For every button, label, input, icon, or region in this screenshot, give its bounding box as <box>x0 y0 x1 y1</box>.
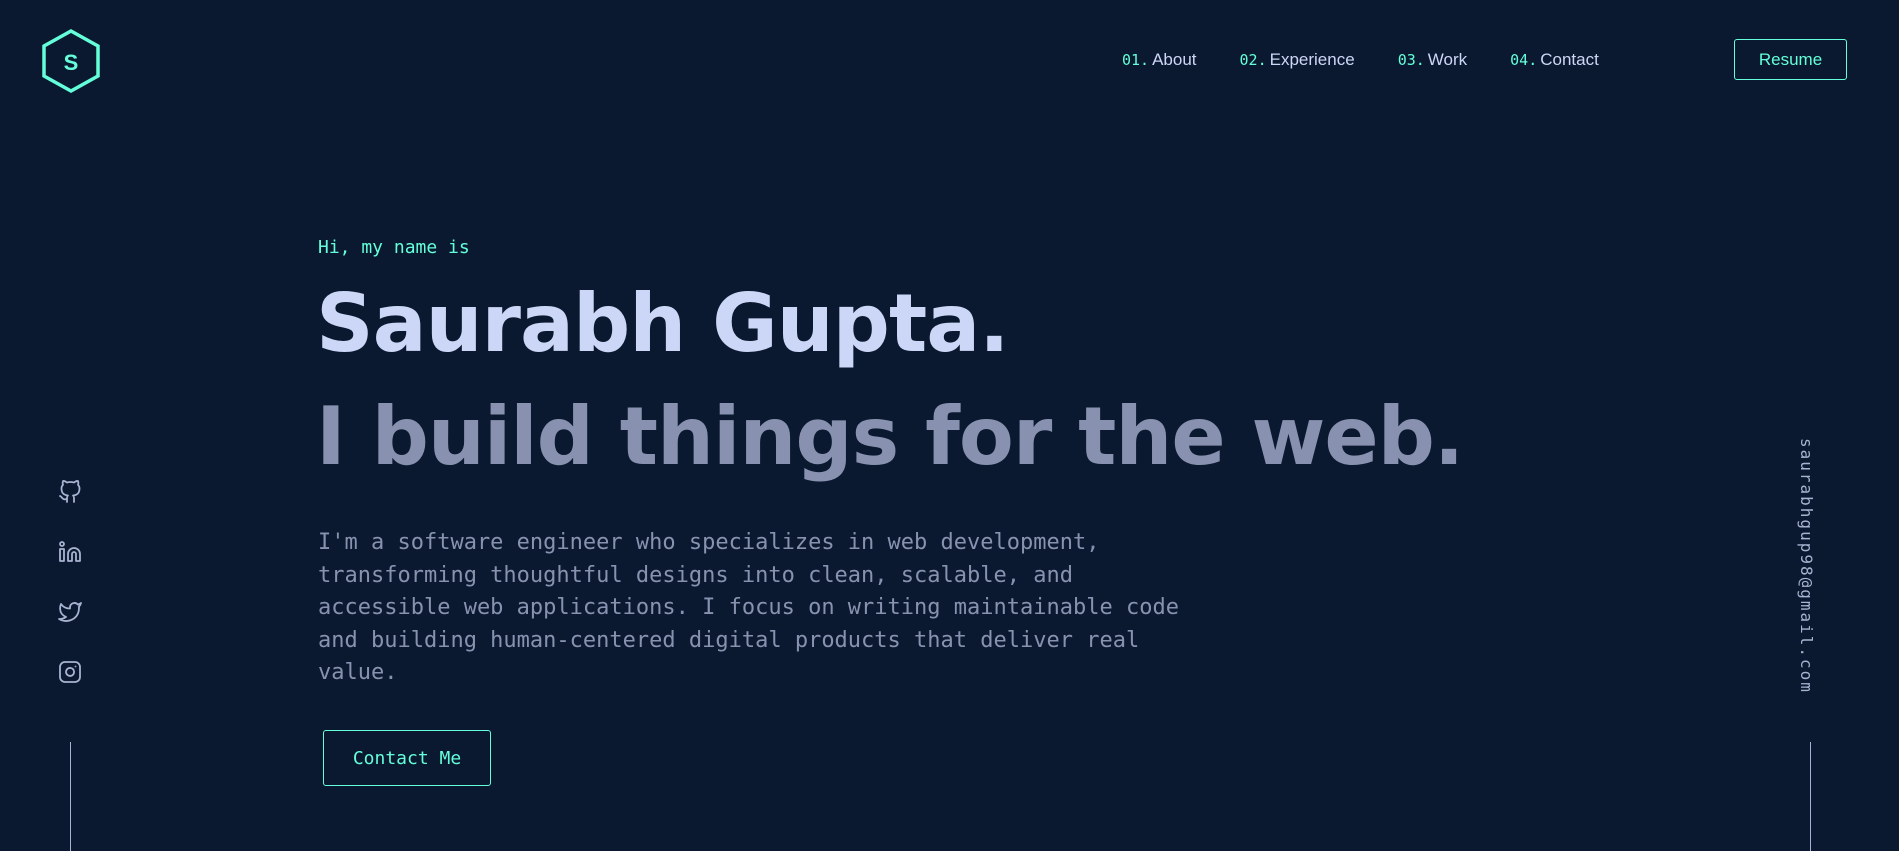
hero-intro: Hi, my name is <box>318 237 470 258</box>
email-link[interactable]: saurabhgup98@gmail.com <box>1797 438 1816 694</box>
hero-name: Saurabh Gupta. <box>316 277 1010 370</box>
nav-item-contact[interactable]: 04. Contact <box>1510 50 1599 70</box>
logo-icon[interactable]: S <box>40 28 102 94</box>
nav-item-number: 04. <box>1510 51 1538 69</box>
right-divider-line <box>1810 742 1811 851</box>
main-nav: 01. About 02. Experience 03. Work 04. Co… <box>1122 50 1642 70</box>
linkedin-icon[interactable] <box>56 538 84 566</box>
hero-description: I'm a software engineer who specializes … <box>318 530 1179 685</box>
nav-item-number: 02. <box>1239 51 1267 69</box>
instagram-icon[interactable] <box>56 658 84 686</box>
contact-me-button[interactable]: Contact Me <box>323 730 491 786</box>
logo-letter: S <box>64 50 79 75</box>
nav-item-number: 01. <box>1122 51 1150 69</box>
nav-item-label: Experience <box>1269 50 1355 69</box>
nav-item-label: About <box>1152 50 1197 69</box>
social-links <box>56 478 84 718</box>
nav-item-label: Work <box>1427 50 1468 69</box>
hero-tagline: I build things for the web. <box>316 390 1464 483</box>
nav-item-about[interactable]: 01. About <box>1122 50 1197 70</box>
nav-item-work[interactable]: 03. Work <box>1398 50 1467 70</box>
nav-item-experience[interactable]: 02. Experience <box>1240 50 1355 70</box>
nav-item-label: Contact <box>1540 50 1599 69</box>
github-icon[interactable] <box>56 478 84 506</box>
left-divider-line <box>70 742 71 851</box>
nav-item-number: 03. <box>1397 51 1425 69</box>
twitter-icon[interactable] <box>56 598 84 626</box>
resume-button[interactable]: Resume <box>1734 39 1847 80</box>
